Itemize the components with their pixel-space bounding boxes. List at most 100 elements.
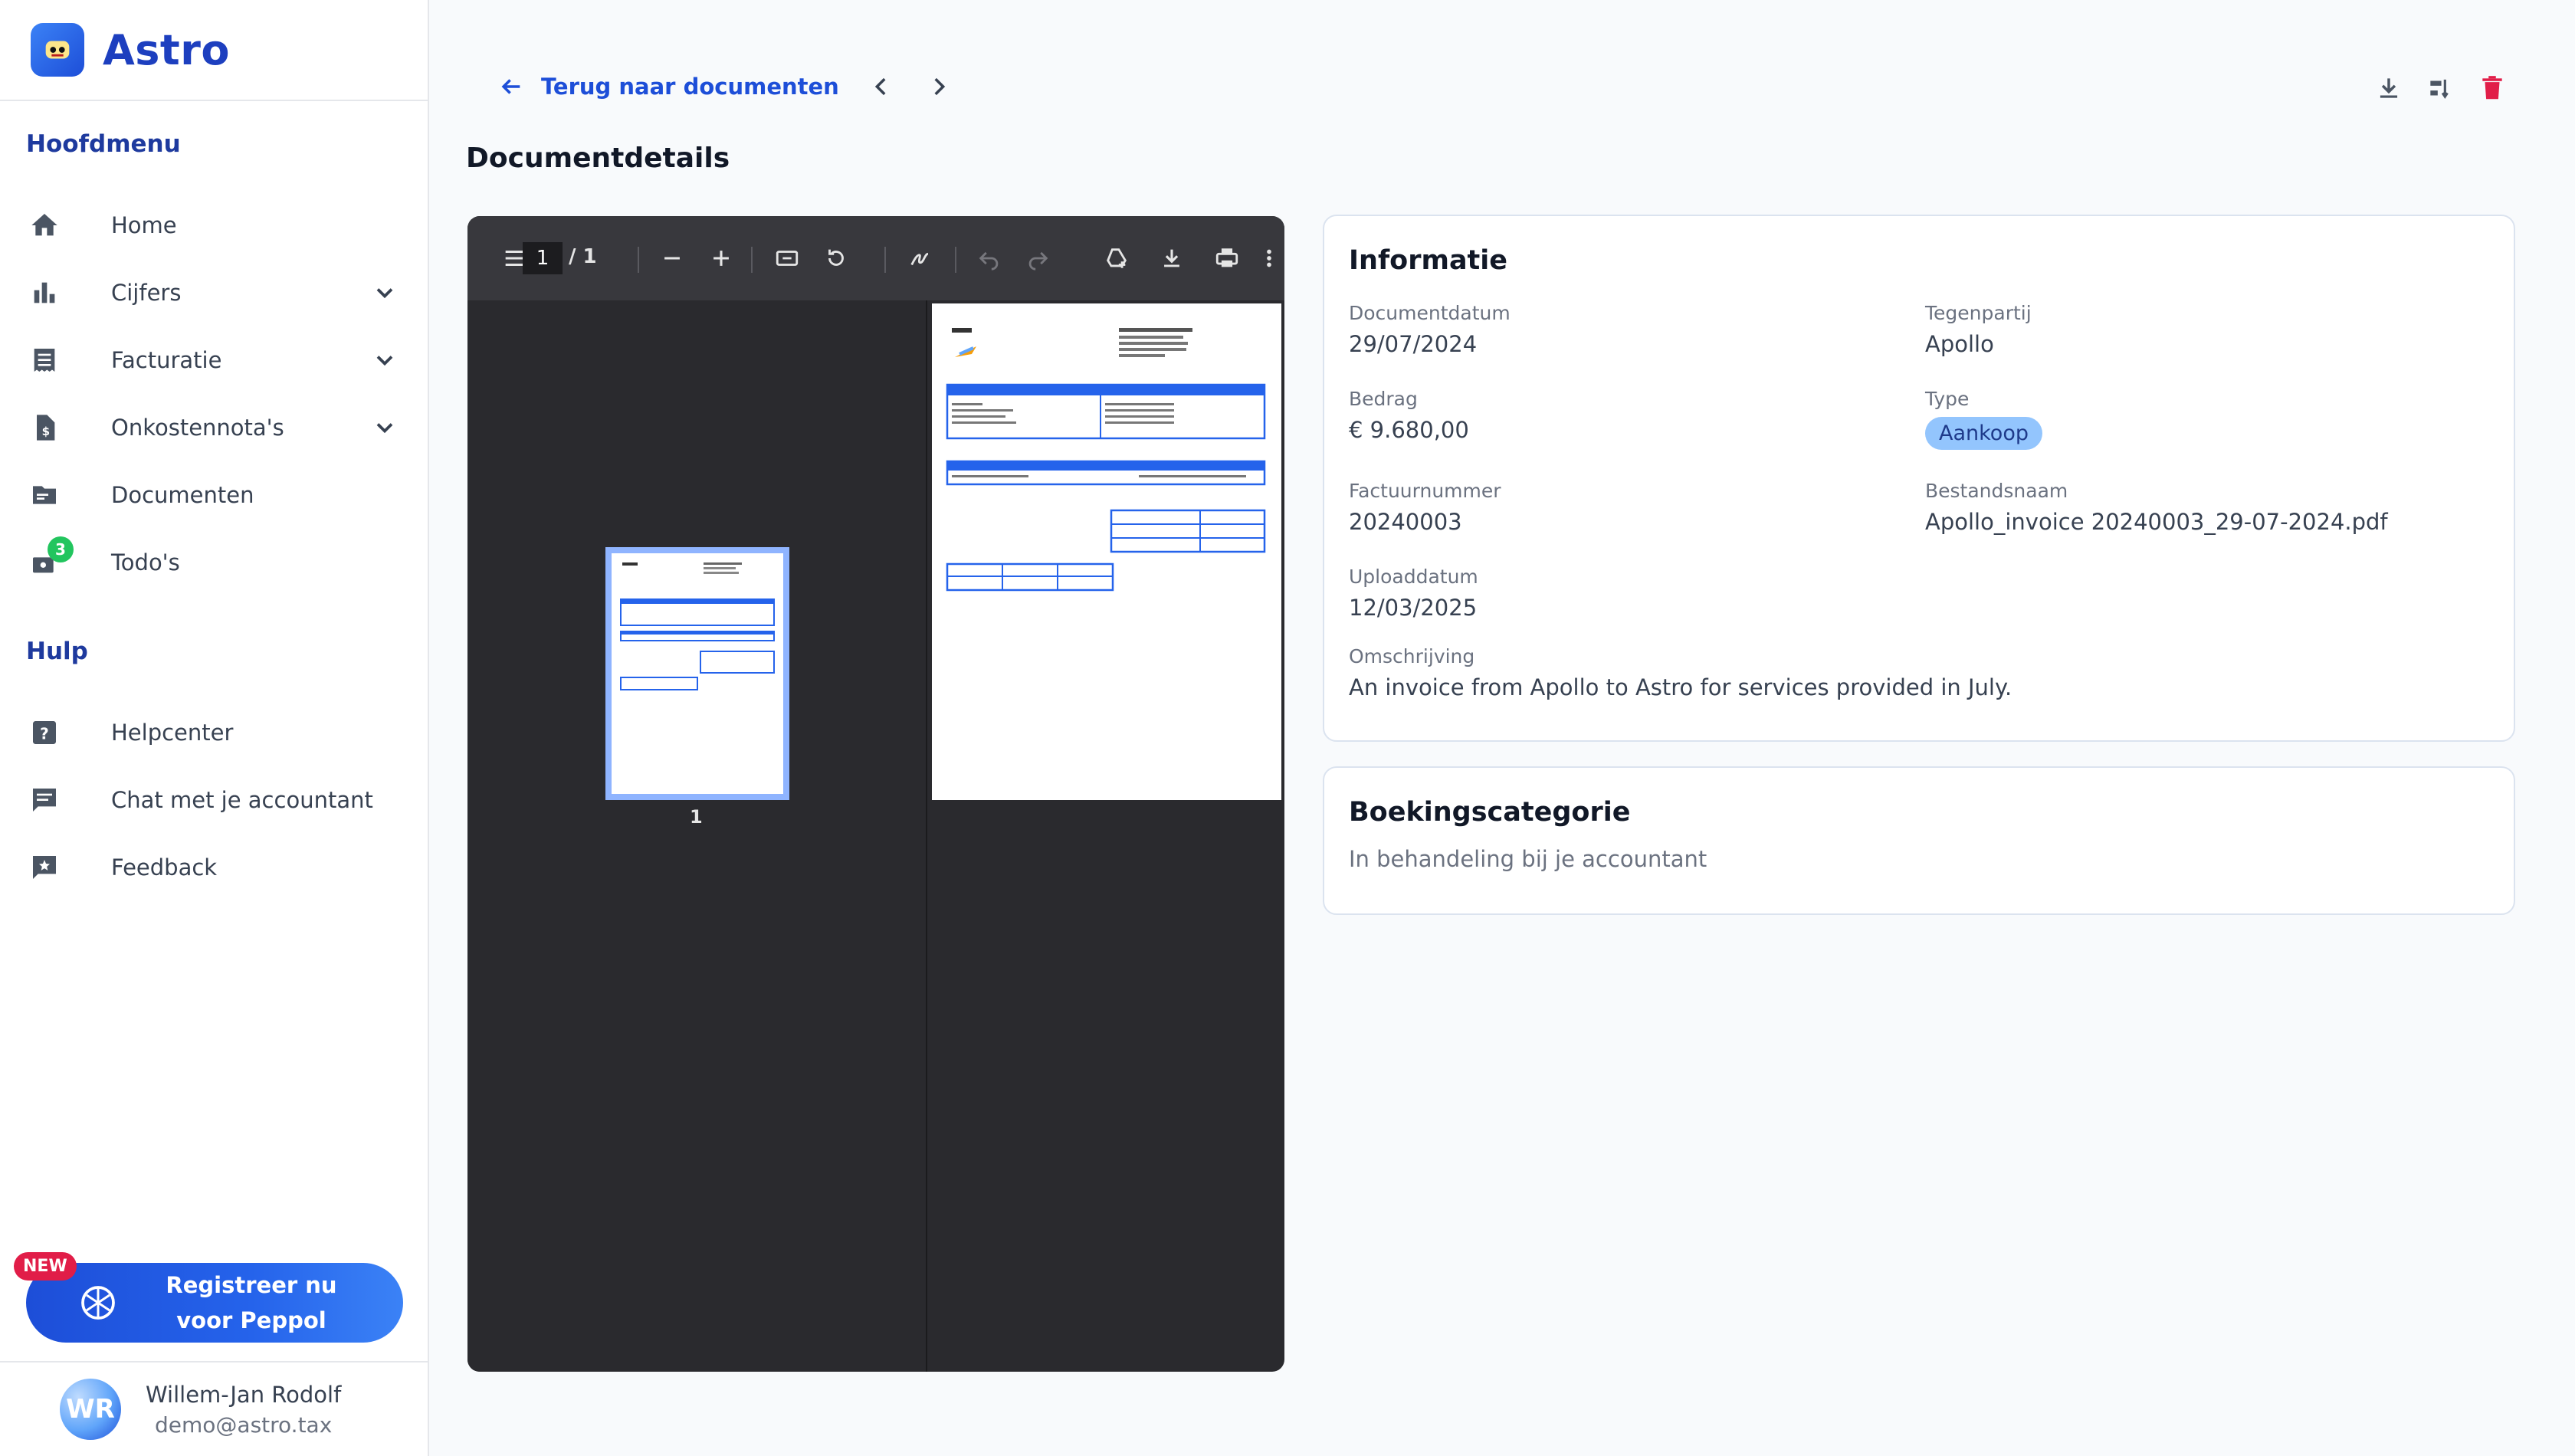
chevron-left-icon — [874, 77, 886, 96]
pdf-download-icon[interactable] — [1157, 244, 1186, 273]
pdf-viewer: / 1 1 — [467, 216, 1284, 1372]
bar-chart-icon — [28, 276, 61, 310]
info-card: Informatie Documentdatum 29/07/2024 Tege… — [1323, 215, 2515, 742]
page-thumbnail[interactable] — [605, 547, 789, 800]
back-label: Terug naar documenten — [541, 74, 839, 100]
sidebar-item-label: Facturatie — [111, 347, 222, 373]
chevron-right-icon — [934, 77, 946, 96]
chevron-down-icon[interactable] — [371, 414, 399, 441]
add-to-drive-icon[interactable] — [1102, 244, 1131, 273]
print-icon[interactable] — [1212, 244, 1242, 273]
svg-text:?: ? — [40, 724, 49, 743]
thumbnail-page-number: 1 — [690, 806, 703, 828]
info-title: Informatie — [1349, 245, 1508, 276]
arrow-left-icon — [501, 79, 520, 94]
zoom-in-icon[interactable] — [707, 244, 736, 273]
download-button[interactable] — [2374, 74, 2403, 103]
back-to-documents-link[interactable]: Terug naar documenten — [498, 74, 839, 100]
main-menu-title: Hoofdmenu — [26, 130, 181, 158]
fit-page-icon[interactable] — [772, 244, 802, 273]
feedback-icon — [28, 851, 61, 884]
chevron-down-icon[interactable] — [371, 279, 399, 307]
home-icon — [28, 208, 61, 242]
previous-document-button[interactable] — [868, 74, 894, 100]
help-icon: ? — [28, 716, 61, 749]
more-options-icon[interactable] — [1261, 244, 1277, 273]
brand[interactable]: Astro — [0, 0, 428, 101]
sidebar-item-label: Onkostennota's — [111, 415, 284, 441]
sidebar-item-label: Home — [111, 212, 177, 238]
description-value: An invoice from Apollo to Astro for serv… — [1349, 674, 2012, 700]
undo-icon[interactable] — [975, 244, 1004, 273]
sidebar-item-onkostennotas[interactable]: $ Onkostennota's — [0, 397, 429, 458]
delete-button[interactable] — [2478, 74, 2507, 103]
page-number-input[interactable] — [523, 242, 563, 274]
user-name: Willem-Jan Rodolf — [146, 1381, 342, 1408]
swap-icon — [2430, 79, 2449, 99]
thumbnail-panel: 1 — [467, 300, 927, 1372]
booking-category-card: Boekingscategorie In behandeling bij je … — [1323, 766, 2515, 915]
counterparty-label: Tegenpartij — [1925, 302, 2032, 324]
brand-name: Astro — [103, 25, 230, 74]
page-total: / 1 — [569, 245, 597, 268]
new-badge: NEW — [14, 1252, 77, 1281]
pdf-page — [932, 303, 1281, 800]
draw-icon[interactable] — [906, 244, 935, 273]
sidebar-item-facturatie[interactable]: Facturatie — [0, 330, 429, 391]
sidebar-item-label: Todo's — [111, 549, 180, 576]
amount-label: Bedrag — [1349, 388, 1418, 410]
sidebar-item-home[interactable]: Home — [0, 195, 429, 256]
rotate-icon[interactable] — [822, 244, 851, 273]
chat-icon — [28, 783, 61, 817]
avatar: WR — [60, 1379, 121, 1440]
todo-count-badge: 3 — [48, 536, 74, 562]
sidebar-item-documenten[interactable]: Documenten — [0, 464, 429, 526]
expense-file-icon: $ — [28, 411, 61, 444]
amount-value: € 9.680,00 — [1349, 417, 1469, 443]
booking-category-status: In behandeling bij je accountant — [1349, 846, 1707, 872]
page-title: Documentdetails — [466, 143, 730, 174]
change-type-button[interactable] — [2426, 74, 2455, 103]
sidebar-item-helpcenter[interactable]: ? Helpcenter — [0, 702, 429, 763]
sidebar-item-cijfers[interactable]: Cijfers — [0, 262, 429, 323]
pdf-toolbar: / 1 — [467, 216, 1284, 300]
user-profile[interactable]: WR Willem-Jan Rodolf demo@astro.tax — [0, 1361, 429, 1456]
filename-label: Bestandsnaam — [1925, 480, 2068, 502]
sidebar-item-label: Chat met je accountant — [111, 787, 373, 813]
redo-icon[interactable] — [1023, 244, 1052, 273]
invoice-number-value: 20240003 — [1349, 509, 1462, 535]
peppol-label: Registreer nu voor Peppol — [166, 1272, 337, 1333]
description-label: Omschrijving — [1349, 645, 1475, 667]
upload-date-value: 12/03/2025 — [1349, 595, 1478, 621]
counterparty-value: Apollo — [1925, 331, 1994, 357]
trash-icon — [2482, 76, 2502, 100]
svg-text:$: $ — [42, 425, 50, 438]
chevron-down-icon[interactable] — [371, 346, 399, 374]
document-date-label: Documentdatum — [1349, 302, 1511, 324]
sidebar-item-todos[interactable]: 3 Todo's — [0, 532, 429, 593]
download-icon — [2380, 78, 2398, 98]
sidebar-item-feedback[interactable]: Feedback — [0, 837, 429, 898]
filename-value: Apollo_invoice 20240003_29-07-2024.pdf — [1925, 509, 2388, 535]
network-icon — [81, 1286, 115, 1320]
booking-category-title: Boekingscategorie — [1349, 797, 1631, 828]
type-badge: Aankoop — [1925, 417, 2042, 450]
peppol-register-button[interactable]: Registreer nu voor Peppol — [26, 1263, 403, 1343]
sidebar-item-label: Feedback — [111, 854, 218, 880]
peppol-register: Registreer nu voor Peppol NEW — [14, 1252, 403, 1343]
help-title: Hulp — [26, 638, 88, 665]
sidebar-item-label: Documenten — [111, 482, 254, 508]
type-label: Type — [1925, 388, 1970, 410]
astro-logo-icon — [31, 23, 84, 77]
sidebar-item-chat[interactable]: Chat met je accountant — [0, 769, 429, 831]
sidebar: Astro Hoofdmenu Home Cijfers Facturatie … — [0, 0, 429, 1456]
sidebar-item-label: Helpcenter — [111, 720, 234, 746]
folder-icon — [28, 478, 61, 512]
next-document-button[interactable] — [926, 74, 952, 100]
document-date-value: 29/07/2024 — [1349, 331, 1478, 357]
zoom-out-icon[interactable] — [658, 244, 687, 273]
receipt-icon — [28, 343, 61, 377]
sidebar-item-label: Cijfers — [111, 280, 182, 306]
upload-date-label: Uploaddatum — [1349, 566, 1478, 588]
invoice-number-label: Factuurnummer — [1349, 480, 1501, 502]
